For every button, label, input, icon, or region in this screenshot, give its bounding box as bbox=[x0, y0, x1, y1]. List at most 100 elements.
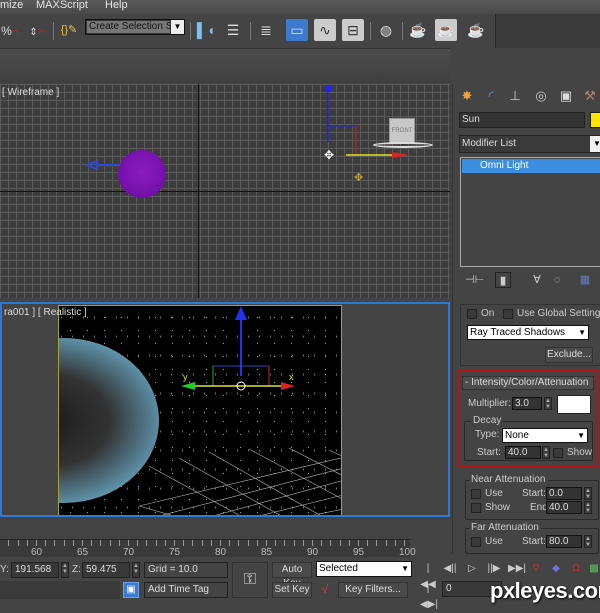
exclude-button[interactable]: Exclude... bbox=[545, 347, 593, 363]
near-end-spinner[interactable]: ▲ ▼ bbox=[584, 501, 592, 514]
near-use-label: Use bbox=[485, 488, 503, 499]
curve-editor-icon[interactable]: ∿ bbox=[314, 19, 336, 41]
near-end-input[interactable]: 40.0 bbox=[546, 501, 582, 514]
timeline-tick bbox=[192, 540, 194, 546]
menu-item-customize[interactable]: mize bbox=[0, 0, 23, 11]
auto-key-button[interactable]: Auto Key bbox=[272, 562, 312, 589]
show-end-result-icon[interactable]: ▮ bbox=[495, 272, 511, 288]
timeline[interactable]: 60 65 70 75 80 85 90 95 100 bbox=[0, 519, 450, 558]
scene-explorer-icon[interactable]: ▭ bbox=[286, 19, 308, 41]
chevron-down-icon[interactable]: ▼ bbox=[590, 136, 600, 152]
near-start-input[interactable]: 0.0 bbox=[546, 487, 582, 500]
pin-stack-icon[interactable]: ⊣⊢ bbox=[465, 272, 484, 288]
viewport-label[interactable]: [ Wireframe ] bbox=[2, 87, 59, 98]
timeline-tick bbox=[330, 540, 332, 546]
next-frame-icon[interactable]: ||▶ bbox=[486, 561, 502, 577]
selection-set-value[interactable]: Create Selection Se bbox=[87, 21, 170, 33]
modify-tab-icon[interactable]: ◜ bbox=[482, 87, 500, 105]
modifier-stack[interactable]: Omni Light bbox=[460, 157, 600, 267]
render-setup-icon[interactable]: ☕ bbox=[407, 19, 429, 41]
use-global-settings-checkbox[interactable] bbox=[503, 309, 513, 319]
z-coord-input[interactable]: 59.475 bbox=[82, 562, 130, 578]
shadows-on-label: On bbox=[481, 308, 495, 319]
viewcube[interactable]: FRONT bbox=[389, 118, 415, 144]
selection-set-dropdown[interactable]: Create Selection Se ▼ bbox=[85, 19, 185, 35]
near-show-checkbox[interactable] bbox=[471, 503, 481, 513]
key-mode-toggle-icon[interactable]: |◀▶| bbox=[420, 581, 438, 610]
make-unique-icon[interactable]: ∀ bbox=[529, 272, 545, 288]
default-tangents-icon[interactable]: √ bbox=[316, 582, 334, 598]
far-use-checkbox[interactable] bbox=[471, 537, 481, 547]
create-tab-icon[interactable]: ✸ bbox=[458, 87, 476, 105]
layer-manager-icon[interactable]: ≣ bbox=[255, 19, 277, 41]
play-icon[interactable]: ▷ bbox=[464, 561, 480, 577]
main-toolbar: %∩ ⇕∩ {}✎ Create Selection Se ▼ ▌◖ ☰ ≣ ▭… bbox=[0, 14, 600, 48]
display-tab-icon[interactable]: ▣ bbox=[557, 87, 575, 105]
timeline-tick bbox=[404, 540, 405, 546]
time-track[interactable]: 60 65 70 75 80 85 90 95 100 bbox=[0, 539, 416, 558]
maximize-toggle-icon[interactable]: ▩ bbox=[586, 561, 600, 577]
shadows-on-checkbox[interactable] bbox=[467, 309, 477, 319]
key-mode-dropdown[interactable]: Selected ▼ bbox=[316, 561, 412, 577]
orbit-icon[interactable]: ◆ bbox=[548, 561, 564, 577]
z-coord-spinner[interactable]: ▲ ▼ bbox=[132, 562, 140, 578]
timeline-tick bbox=[210, 540, 212, 546]
object-name-input[interactable]: Sun bbox=[459, 112, 585, 128]
align-icon[interactable]: ☰ bbox=[222, 19, 244, 41]
near-use-checkbox[interactable] bbox=[471, 489, 481, 499]
utilities-tab-icon[interactable]: ⚒ bbox=[581, 87, 599, 105]
viewport-label[interactable]: ra001 ] [ Realistic ] bbox=[4, 307, 87, 318]
go-to-end-icon[interactable]: ▶▶| bbox=[508, 561, 526, 577]
edit-named-selection-icon[interactable]: {}✎ bbox=[58, 19, 80, 41]
viewport-top-wireframe[interactable]: [ Wireframe ] ✥ ✥ FRONT bbox=[0, 84, 450, 298]
previous-frame-icon[interactable]: ◀|| bbox=[442, 561, 458, 577]
time-tag-icon[interactable]: ▣ bbox=[123, 582, 139, 598]
shadow-type-dropdown[interactable]: Ray Traced Shadows ▼ bbox=[467, 325, 589, 340]
rendered-frame-window-icon[interactable]: ☕ bbox=[435, 19, 457, 41]
walk-through-icon[interactable]: ⚲ bbox=[528, 561, 544, 577]
viewport-camera-realistic[interactable]: ra001 ] [ Realistic ] y x bbox=[0, 302, 450, 517]
toolbar-empty-area bbox=[495, 14, 600, 48]
field-of-view-icon[interactable]: Ω bbox=[568, 561, 584, 577]
near-attenuation-group: Near Attenuation Use Show Start: 0.0 ▲ ▼ … bbox=[465, 474, 599, 520]
far-start-spinner[interactable]: ▲ ▼ bbox=[584, 535, 592, 548]
far-start-input[interactable]: 80.0 bbox=[546, 535, 582, 548]
prompt-line bbox=[0, 581, 120, 599]
transform-gizmo[interactable]: y x bbox=[177, 306, 297, 396]
schematic-view-icon[interactable]: ⊟ bbox=[342, 19, 364, 41]
hierarchy-tab-icon[interactable]: ⊥ bbox=[506, 87, 524, 105]
render-production-icon[interactable]: ☕ bbox=[465, 19, 487, 41]
material-editor-icon[interactable]: ◍ bbox=[375, 19, 397, 41]
y-coord-input[interactable]: 191.568 bbox=[11, 562, 59, 578]
viewcube-compass-ring[interactable] bbox=[373, 142, 433, 148]
safe-frame: y x bbox=[58, 305, 342, 515]
chevron-down-icon[interactable]: ▼ bbox=[171, 20, 184, 34]
motion-tab-icon[interactable]: ◎ bbox=[532, 87, 550, 105]
near-start-spinner[interactable]: ▲ ▼ bbox=[584, 487, 592, 500]
menu-item-maxscript[interactable]: MAXScript bbox=[36, 0, 88, 11]
set-key-mode-button[interactable]: ⚿ bbox=[232, 562, 268, 598]
toolbar-separator bbox=[370, 22, 371, 40]
object-color-swatch[interactable] bbox=[590, 112, 600, 128]
timeline-tick bbox=[266, 540, 267, 546]
menu-item-help[interactable]: Help bbox=[105, 0, 128, 11]
timeline-tick bbox=[385, 540, 387, 546]
remove-modifier-icon[interactable]: ◌ bbox=[549, 272, 565, 288]
add-time-tag-button[interactable]: Add Time Tag bbox=[144, 582, 228, 598]
percent-snap-icon[interactable]: %∩ bbox=[0, 19, 20, 41]
timeline-tick bbox=[302, 540, 304, 546]
sun-sphere-object[interactable] bbox=[118, 150, 166, 198]
near-start-label: Start: bbox=[522, 488, 546, 499]
spinner-snap-icon[interactable]: ⇕∩ bbox=[26, 19, 48, 41]
mirror-icon[interactable]: ▌◖ bbox=[195, 19, 217, 41]
stack-item-omni-light[interactable]: Omni Light bbox=[462, 159, 600, 173]
y-coord-spinner[interactable]: ▲ ▼ bbox=[61, 562, 69, 578]
timeline-tick bbox=[109, 540, 111, 546]
chevron-down-icon[interactable]: ▼ bbox=[578, 326, 586, 339]
set-key-button[interactable]: Set Key bbox=[272, 582, 312, 598]
configure-modifier-sets-icon[interactable]: ▦ bbox=[577, 272, 593, 288]
go-to-start-icon[interactable]: |◀◀ bbox=[420, 561, 436, 590]
key-filters-button[interactable]: Key Filters... bbox=[338, 582, 408, 598]
modifier-list-dropdown[interactable]: Modifier List ▼ bbox=[459, 135, 600, 153]
chevron-down-icon[interactable]: ▼ bbox=[401, 562, 409, 575]
